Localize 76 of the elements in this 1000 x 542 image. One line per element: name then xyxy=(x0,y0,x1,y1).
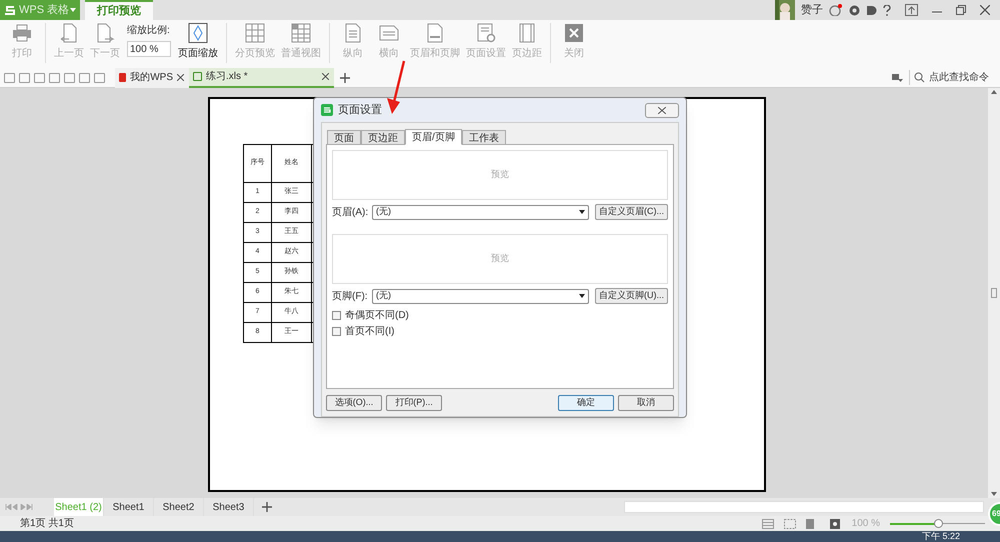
caret-icon xyxy=(70,8,76,12)
page-count: 第1页 共1页 xyxy=(20,516,74,531)
add-sheet-icon[interactable] xyxy=(262,502,272,512)
dialog-title: 页面设置 xyxy=(338,102,382,118)
custom-button[interactable]: 自定义页脚(U)... xyxy=(595,288,668,304)
dialog-tab[interactable]: 页边距 xyxy=(361,130,405,144)
page-icon xyxy=(425,23,445,43)
search-icon xyxy=(914,72,925,83)
flag-icon[interactable] xyxy=(892,72,903,82)
checkbox[interactable] xyxy=(332,326,341,336)
skin-icon[interactable] xyxy=(849,4,860,16)
zoom-percent: 100 % xyxy=(852,517,880,531)
page-back-icon xyxy=(59,23,79,43)
document-tab-label: 我的WPS xyxy=(130,70,173,85)
user-name[interactable]: 赞子 xyxy=(801,2,823,18)
checkbox[interactable] xyxy=(332,310,341,320)
scroll-up-icon[interactable] xyxy=(991,90,997,94)
preview-area: 预览 xyxy=(332,234,668,284)
close-icon xyxy=(564,23,584,43)
dialog-tab[interactable]: 工作表 xyxy=(462,130,506,144)
dialog-button[interactable]: 取消 xyxy=(618,395,674,411)
scroll-down-icon[interactable] xyxy=(991,492,997,496)
landscape-page-icon xyxy=(379,23,399,43)
eye-protect-icon[interactable] xyxy=(830,518,842,528)
document-tab-label: 练习.xls * xyxy=(206,70,248,84)
page-gear-icon xyxy=(476,23,496,43)
dropdown[interactable]: (无) xyxy=(372,204,589,220)
close-button[interactable] xyxy=(645,102,679,118)
app-logo-icon xyxy=(321,104,333,116)
restore-icon[interactable] xyxy=(956,5,966,15)
dialog-tab[interactable]: 页眉/页脚 xyxy=(405,129,462,145)
table-icon xyxy=(291,23,311,43)
zoom-field[interactable]: 100 % xyxy=(127,41,171,57)
close-icon[interactable] xyxy=(322,73,329,80)
help-icon[interactable] xyxy=(883,4,891,16)
document-tab[interactable]: 练习.xls * xyxy=(189,68,334,88)
clock: 下午 5:22 xyxy=(922,532,960,541)
caret-icon xyxy=(579,294,585,298)
checkbox-label: 奇偶页不同(D) xyxy=(345,308,409,322)
upload-icon[interactable] xyxy=(905,4,918,16)
zoom-label: 缩放比例: xyxy=(127,24,171,38)
close-icon[interactable] xyxy=(177,74,184,81)
normal-view-icon[interactable] xyxy=(762,518,774,528)
dialog-button[interactable]: 打印(P)... xyxy=(386,395,442,411)
app-menu-label: WPS 表格 xyxy=(19,2,70,18)
close-icon[interactable] xyxy=(980,5,990,15)
checkbox-label: 首页不同(I) xyxy=(345,324,394,338)
grid-icon xyxy=(245,23,265,43)
close-icon xyxy=(658,106,666,114)
scroll-thumb[interactable] xyxy=(991,288,997,298)
dialog-button[interactable]: 选项(O)... xyxy=(326,395,382,411)
margin-icon xyxy=(517,23,537,43)
field-label: 页眉(A): xyxy=(332,206,370,220)
dropdown[interactable]: (无) xyxy=(372,288,589,304)
command-search-field[interactable]: 点此查找命令 xyxy=(909,70,1000,85)
sheet-file-icon xyxy=(193,72,202,81)
portrait-page-icon xyxy=(343,23,363,43)
preview-area: 预览 xyxy=(332,150,668,200)
zoom-slider[interactable] xyxy=(890,520,985,528)
app-logo-icon xyxy=(119,73,126,82)
dialog-tab[interactable]: 页面 xyxy=(327,130,361,144)
zoom-slider-thumb[interactable] xyxy=(934,519,942,528)
horizontal-scrollbar[interactable] xyxy=(624,501,984,513)
caret-icon xyxy=(579,210,585,214)
page-break-view-icon[interactable] xyxy=(784,518,796,528)
document-tab[interactable]: 我的WPS xyxy=(115,68,189,88)
ribbon-tab[interactable]: 打印预览 xyxy=(85,0,153,20)
field-label: 页脚(F): xyxy=(332,290,369,304)
custom-button[interactable]: 自定义页眉(C)... xyxy=(595,204,668,220)
page-zoom-icon xyxy=(188,23,208,43)
page-forward-icon xyxy=(95,23,115,43)
dialog-button[interactable]: 确定 xyxy=(558,395,614,411)
app-logo-icon xyxy=(4,4,15,16)
vertical-scrollbar[interactable] xyxy=(988,88,1000,498)
toolbar-button[interactable]: 页面缩放 xyxy=(175,23,221,61)
add-tab-icon[interactable] xyxy=(340,72,350,82)
